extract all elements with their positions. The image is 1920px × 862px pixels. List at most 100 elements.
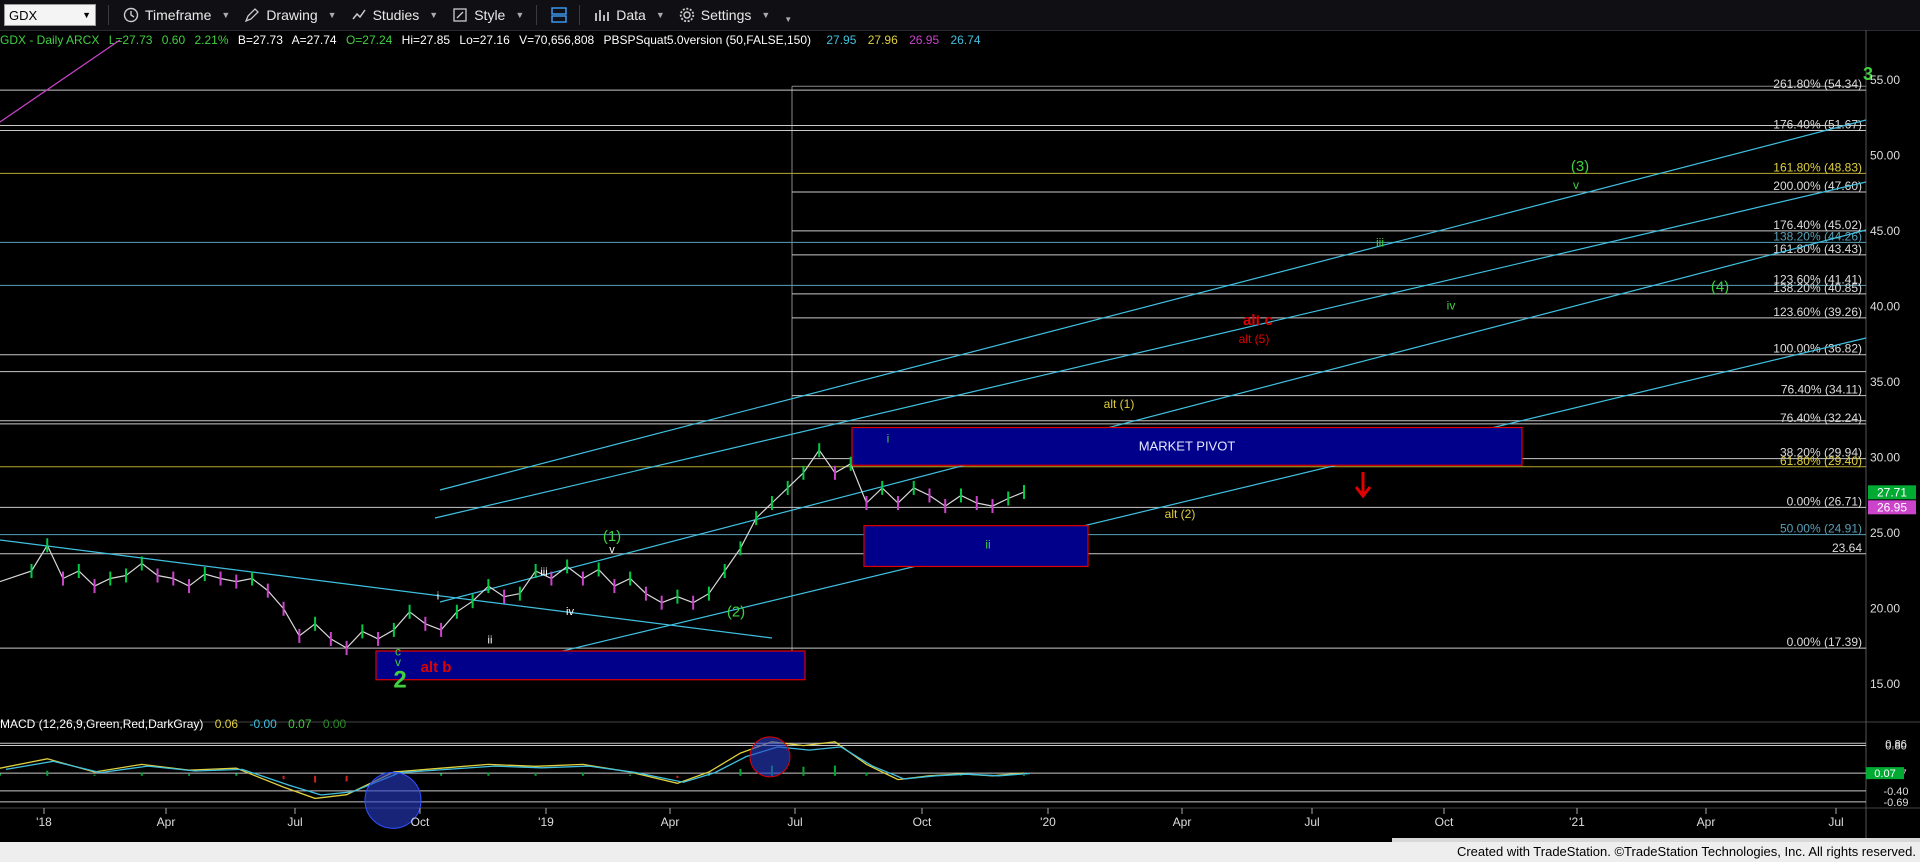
- toolbar-divider: [536, 5, 538, 25]
- fib-level-label: 0.00% (17.39): [1787, 635, 1862, 649]
- channel-lines-layer: [0, 39, 1867, 673]
- drawing-menu[interactable]: Drawing ▼: [244, 7, 337, 23]
- price-axis-tick: 40.00: [1870, 300, 1900, 314]
- macd-axis-tick: 0.80: [1885, 741, 1906, 753]
- time-axis-label: Oct: [1435, 815, 1454, 829]
- wave-count-label: ii: [985, 537, 990, 551]
- header-open: O=27.24: [346, 33, 393, 47]
- footer-credit: Created with TradeStation. ©TradeStation…: [1456, 844, 1916, 859]
- settings-menu[interactable]: Settings ▼: [679, 7, 771, 23]
- study-price-label: 26.95: [1877, 500, 1907, 514]
- fib-level-label: 261.80% (54.34): [1773, 77, 1862, 91]
- fib-level-label: 76.40% (32.24): [1780, 411, 1862, 425]
- layout-button[interactable]: [551, 7, 567, 23]
- wave-count-label: v: [609, 544, 615, 556]
- price-axis-tick: 45.00: [1870, 224, 1900, 238]
- wave-count-label: alt (5): [1239, 332, 1270, 346]
- time-axis-label: Apr: [157, 815, 176, 829]
- macd-value-3: 0.07: [288, 717, 312, 731]
- down-arrow-icon: [1354, 472, 1372, 499]
- header-high: Hi=27.85: [402, 33, 451, 47]
- timeframe-menu[interactable]: Timeframe ▼: [123, 7, 230, 23]
- time-axis-label: Jul: [1304, 815, 1319, 829]
- macd-label: MACD (12,26,9,Green,Red,DarkGray): [0, 717, 203, 731]
- fib-level-label: 23.64: [1832, 541, 1862, 555]
- wave-count-label: (4): [1711, 279, 1729, 296]
- wave-count-label: iii: [1376, 235, 1384, 249]
- fib-level-label: 161.80% (43.43): [1773, 242, 1862, 256]
- gear-icon: [679, 7, 694, 23]
- timeframe-label: Timeframe: [145, 7, 212, 23]
- price-axis-tick: 35.00: [1870, 375, 1900, 389]
- toolbar-divider: [579, 5, 581, 25]
- footer: Created with TradeStation. ©TradeStation…: [0, 842, 1920, 862]
- header-bid: B=27.73: [238, 33, 283, 47]
- time-axis-label: '18: [36, 815, 52, 829]
- caret-down-icon: ▼: [327, 10, 337, 20]
- macd-value-badge-label: 0.07: [1874, 768, 1895, 780]
- wave-count-label: alt (2): [1165, 507, 1196, 521]
- macd-value-1: 0.06: [215, 717, 239, 731]
- studies-menu[interactable]: Studies ▼: [351, 7, 439, 23]
- header-change-pct: 2.21%: [194, 33, 228, 47]
- time-axis-label: Jul: [1828, 815, 1843, 829]
- caret-down-icon: ▼: [655, 10, 665, 20]
- wave-count-label: iii: [540, 567, 547, 579]
- time-axis-label: Jul: [287, 815, 302, 829]
- zone-label: MARKET PIVOT: [1139, 438, 1236, 453]
- symbol-text: GDX: [9, 7, 38, 23]
- caret-down-small-icon: ▼: [784, 14, 793, 24]
- settings-label: Settings: [700, 7, 752, 23]
- price-axis-tick: 55.00: [1870, 73, 1900, 87]
- last-price-label: 27.71: [1877, 485, 1907, 499]
- header-volume: V=70,656,808: [519, 33, 594, 47]
- header-study: PBSPSquat5.0version (50,FALSE,150): [604, 33, 811, 47]
- fib-level-label: 161.80% (48.83): [1773, 160, 1862, 174]
- time-axis-label: Apr: [1697, 815, 1716, 829]
- symbol-dropdown[interactable]: GDX ▼: [4, 4, 96, 26]
- fib-level-label: 61.80% (29.40): [1780, 454, 1862, 468]
- macd-header: MACD (12,26,9,Green,Red,DarkGray) 0.06 -…: [0, 717, 347, 731]
- macd-signal-line: [5, 746, 1031, 796]
- data-label: Data: [616, 7, 646, 23]
- caret-down-icon: ▼: [761, 10, 771, 20]
- caret-down-icon: ▼: [429, 10, 439, 20]
- study-value-3: 26.95: [909, 33, 939, 47]
- studies-label: Studies: [372, 7, 420, 23]
- drawing-label: Drawing: [266, 7, 318, 23]
- chart-canvas[interactable]: GDX - Daily ARCX L=27.73 0.60 2.21% B=27…: [0, 30, 1920, 838]
- channel-line: [434, 181, 1867, 519]
- macd-highlight-circle: [749, 736, 791, 778]
- macd-line: [0, 741, 1025, 800]
- studies-icon: [352, 9, 366, 20]
- time-axis-label: Oct: [411, 815, 430, 829]
- wave-count-label: i: [887, 432, 890, 446]
- study-value-2: 27.96: [868, 33, 898, 47]
- pencil-icon: [245, 8, 260, 23]
- more-menu[interactable]: ▼: [784, 7, 792, 24]
- time-axis-label: Apr: [1173, 815, 1192, 829]
- chart-header: GDX - Daily ARCX L=27.73 0.60 2.21% B=27…: [0, 33, 981, 47]
- caret-down-icon: ▼: [515, 10, 525, 20]
- time-axis-label: Oct: [913, 815, 932, 829]
- clock-icon: [123, 7, 139, 23]
- wave-count-label: (3): [1571, 158, 1589, 175]
- wave-count-label: ii: [488, 634, 493, 646]
- data-icon: [595, 10, 610, 21]
- data-menu[interactable]: Data ▼: [594, 7, 665, 23]
- wave-count-label: (1): [603, 528, 621, 545]
- layout-icon: [551, 7, 567, 23]
- time-axis-label: '20: [1040, 815, 1056, 829]
- macd-layer: 0.860.800.07-0.40-0.690.07: [0, 736, 1909, 829]
- wave-labels-layer: 3(3)viii(4)ivalt calt (5)alt (1)ialt (2)…: [393, 64, 1873, 693]
- style-label: Style: [474, 7, 506, 23]
- style-menu[interactable]: Style ▼: [452, 7, 524, 23]
- price-axis-tick: 50.00: [1870, 149, 1900, 163]
- time-axis-label: '19: [538, 815, 554, 829]
- markers-layer: [1354, 472, 1372, 499]
- header-low: Lo=27.16: [459, 33, 510, 47]
- fib-level-label: 0.00% (26.71): [1787, 494, 1862, 508]
- price-zone: [863, 525, 1089, 568]
- price-axis-tick: 20.00: [1870, 602, 1900, 616]
- channel-line: [0, 39, 121, 123]
